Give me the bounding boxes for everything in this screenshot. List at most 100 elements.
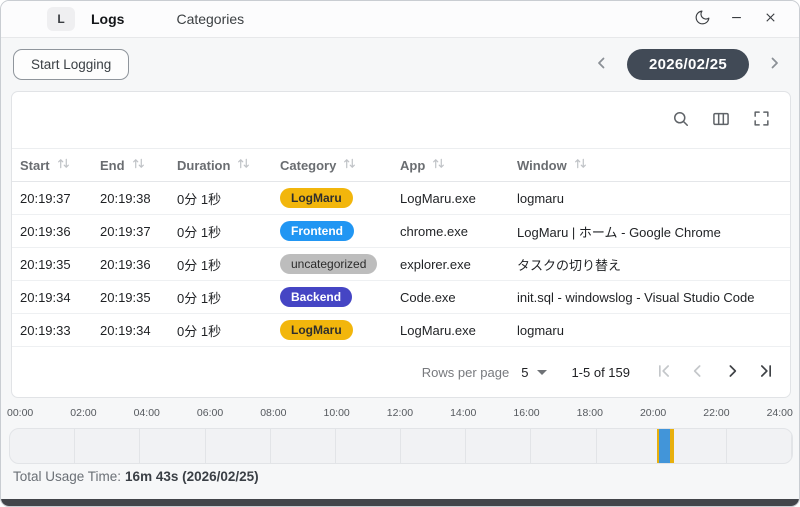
total-usage-label: Total Usage Time: (13, 469, 122, 484)
cell-start: 20:19:37 (20, 190, 71, 206)
table-header-row: Start End Duration Category App Window (12, 148, 790, 182)
tab-categories[interactable]: Categories (168, 11, 252, 27)
next-page-button[interactable] (718, 358, 746, 386)
sort-icon (236, 157, 251, 173)
cell-duration: 0分 1秒 (177, 290, 222, 306)
column-label: App (400, 157, 426, 173)
hour-label: 14:00 (450, 407, 477, 419)
cell-window: logmaru (517, 190, 564, 206)
search-icon (671, 109, 691, 132)
total-usage-summary: Total Usage Time: 16m 43s (2026/02/25) (13, 469, 259, 484)
hour-label: 22:00 (703, 407, 730, 419)
column-label: Duration (177, 157, 231, 173)
cell-category: Frontend (272, 220, 392, 242)
hour-label: 24:00 (766, 407, 793, 419)
rows-per-page-value: 5 (521, 364, 529, 380)
close-button[interactable] (753, 5, 787, 33)
cell-app: chrome.exe (400, 223, 468, 239)
current-date-button[interactable]: 2026/02/25 (627, 49, 749, 80)
cell-duration: 0分 1秒 (177, 257, 222, 273)
table-row[interactable]: 20:19:34 20:19:35 0分 1秒 Backend Code.exe… (12, 281, 790, 314)
sort-icon (131, 157, 146, 173)
hour-label: 04:00 (133, 407, 160, 419)
titlebar: L Logs Categories (1, 1, 799, 38)
cell-start: 20:19:36 (20, 223, 71, 239)
table-row[interactable]: 20:19:33 20:19:34 0分 1秒 LogMaru LogMaru.… (12, 314, 790, 347)
cell-window: init.sql - windowslog - Visual Studio Co… (517, 289, 755, 305)
category-badge: uncategorized (280, 253, 378, 275)
rows-per-page-select[interactable]: 5 (521, 364, 548, 380)
column-header-window[interactable]: Window (509, 157, 790, 173)
first-page-icon (654, 361, 674, 384)
column-label: Category (280, 157, 337, 173)
table-row[interactable]: 20:19:36 20:19:37 0分 1秒 Frontend chrome.… (12, 215, 790, 248)
cell-app: explorer.exe (400, 256, 471, 272)
previous-day-button[interactable] (591, 52, 613, 77)
column-header-start[interactable]: Start (12, 157, 92, 173)
table-row[interactable]: 20:19:37 20:19:38 0分 1秒 LogMaru LogMaru.… (12, 182, 790, 215)
timeline-cell (531, 429, 597, 463)
theme-toggle-button[interactable] (685, 5, 719, 33)
cell-end: 20:19:36 (100, 256, 151, 272)
cell-start: 20:19:34 (20, 289, 71, 305)
minimize-button[interactable] (719, 5, 753, 33)
last-page-icon (756, 361, 776, 384)
cell-category: Backend (272, 286, 392, 308)
timeline-cell (75, 429, 141, 463)
hour-label: 06:00 (196, 407, 224, 419)
chevron-right-icon (765, 54, 783, 75)
column-header-app[interactable]: App (392, 157, 509, 173)
cell-start: 20:19:35 (20, 256, 71, 272)
category-badge: LogMaru (280, 319, 353, 341)
total-usage-value: 16m 43s (2026/02/25) (125, 469, 259, 484)
app-window: L Logs Categories Start Logging 2026/02/… (0, 0, 800, 507)
cell-duration: 0分 1秒 (177, 191, 222, 207)
first-page-button[interactable] (650, 358, 678, 386)
timeline-cell (401, 429, 467, 463)
start-logging-button[interactable]: Start Logging (13, 49, 130, 80)
column-header-category[interactable]: Category (272, 157, 392, 173)
timeline-cell (597, 429, 662, 463)
cell-end: 20:19:38 (100, 190, 151, 206)
category-badge: Frontend (280, 220, 354, 242)
sort-icon (431, 157, 446, 173)
table-row[interactable]: 20:19:35 20:19:36 0分 1秒 uncategorized ex… (12, 248, 790, 281)
columns-button[interactable] (708, 107, 734, 133)
view-columns-icon (711, 109, 731, 132)
column-header-duration[interactable]: Duration (169, 157, 272, 173)
sort-icon (56, 157, 71, 173)
hour-label: 16:00 (513, 407, 540, 419)
cell-window: LogMaru | ホーム - Google Chrome (517, 224, 721, 240)
cell-category: uncategorized (272, 253, 392, 275)
hour-label: 10:00 (323, 407, 350, 419)
fullscreen-button[interactable] (748, 107, 774, 133)
tab-logs[interactable]: Logs (83, 11, 132, 27)
previous-page-button[interactable] (684, 358, 712, 386)
search-button[interactable] (668, 107, 694, 133)
column-header-end[interactable]: End (92, 157, 169, 173)
next-day-button[interactable] (763, 52, 785, 77)
chevron-right-icon (722, 361, 742, 384)
minimize-icon (729, 10, 744, 28)
timeline-activity-segment (659, 429, 670, 463)
hour-label: 12:00 (386, 407, 414, 419)
category-badge: LogMaru (280, 187, 353, 209)
column-label: End (100, 157, 125, 173)
cell-duration: 0分 1秒 (177, 323, 222, 339)
timeline-hour-labels: 00:00 02:00 04:00 06:00 08:00 10:00 12:0… (7, 407, 793, 419)
last-page-button[interactable] (752, 358, 780, 386)
column-label: Start (20, 157, 50, 173)
cell-duration: 0分 1秒 (177, 224, 222, 240)
timeline-strip (9, 428, 793, 464)
chevron-left-icon (688, 361, 708, 384)
category-badge: Backend (280, 286, 353, 308)
timeline-cell (10, 429, 76, 463)
hour-label: 20:00 (639, 407, 667, 419)
date-navigation: 2026/02/25 (591, 49, 785, 80)
cell-app: LogMaru.exe (400, 322, 476, 338)
timeline-activity-segment (669, 429, 675, 463)
hour-label: 08:00 (260, 407, 287, 419)
table-pagination: Rows per page 5 1-5 of 159 (12, 347, 790, 397)
cell-end: 20:19:34 (100, 322, 151, 338)
hour-label: 02:00 (70, 407, 97, 419)
